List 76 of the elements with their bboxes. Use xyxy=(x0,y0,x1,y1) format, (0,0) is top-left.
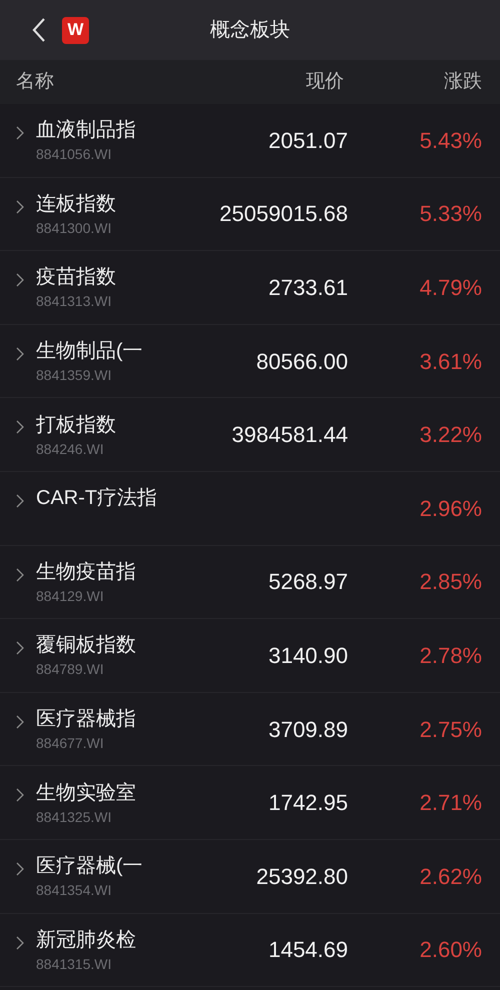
list-row[interactable]: 疫苗指数 8841313.WI 2733.61 4.79% xyxy=(0,251,500,325)
chevron-icon xyxy=(16,126,24,140)
list-row[interactable]: 覆铜板指数 884789.WI 3140.90 2.78% xyxy=(0,619,500,693)
chevron-icon xyxy=(16,641,24,656)
change-value: 2.71% xyxy=(420,789,482,818)
price-value: 25059015.68 xyxy=(220,200,348,228)
index-name: 生物制品(一 xyxy=(36,339,144,364)
change-value: 2.96% xyxy=(420,494,482,523)
price-value: 5268.97 xyxy=(268,568,348,596)
chevron-icon xyxy=(16,494,24,508)
index-code: 884677.WI xyxy=(36,734,105,754)
index-name: 新冠肺炎检 xyxy=(36,928,137,953)
index-name: 医疗器械指 xyxy=(36,707,137,732)
column-header[interactable]: 现价 xyxy=(166,68,344,96)
list-row[interactable]: 新冠肺炎检 8841315.WI 1454.69 2.60% xyxy=(0,914,500,988)
index-code: 8841315.WI xyxy=(36,954,112,974)
index-name: 覆铜板指数 xyxy=(36,633,137,658)
list-row[interactable]: 连板指数 8841300.WI 25059015.68 5.33% xyxy=(0,178,500,252)
index-name: 血液制品指 xyxy=(36,118,137,144)
chevron-icon xyxy=(16,200,24,214)
chevron-icon xyxy=(16,346,24,361)
chevron-icon xyxy=(16,273,24,288)
column-header[interactable]: 名称 xyxy=(16,68,166,96)
chevron-icon xyxy=(16,420,24,434)
index-name: CAR-T疗法指 xyxy=(36,486,158,512)
change-value: 3.22% xyxy=(420,421,482,450)
change-value: 5.43% xyxy=(420,126,482,155)
change-value: 2.62% xyxy=(420,862,482,891)
list-row[interactable]: 医疗器械(一 8841354.WI 25392.80 2.62% xyxy=(0,840,500,914)
price-value: 2051.07 xyxy=(268,126,348,155)
price-value: 1742.95 xyxy=(268,789,348,818)
change-value: 2.85% xyxy=(420,568,482,596)
app-logo: W xyxy=(62,16,89,44)
price-value: 25392.80 xyxy=(256,862,348,891)
index-code: 8841359.WI xyxy=(36,366,112,386)
price-value: 3140.90 xyxy=(268,642,348,670)
index-name: 打板指数 xyxy=(36,412,117,438)
index-code: 884129.WI xyxy=(36,586,105,606)
index-name: 连板指数 xyxy=(36,192,117,217)
change-value: 2.78% xyxy=(420,642,482,670)
change-value: 2.60% xyxy=(420,936,482,964)
index-code: 8841325.WI xyxy=(36,808,112,827)
index-code: 884246.WI xyxy=(36,440,105,459)
list-row[interactable]: CAR-T疗法指 2.96% xyxy=(0,472,500,546)
change-value: 2.75% xyxy=(420,716,482,744)
price-value: 80566.00 xyxy=(256,348,348,376)
list-row[interactable]: 血液制品指 8841056.WI 2051.07 5.43% xyxy=(0,104,500,178)
price-value: 1454.69 xyxy=(268,936,348,964)
list-row[interactable]: 生物制品(一 8841359.WI 80566.00 3.61% xyxy=(0,324,500,398)
price-value: 3984581.44 xyxy=(232,421,348,450)
index-name: 医疗器械(一 xyxy=(36,854,144,880)
change-value: 5.33% xyxy=(420,200,482,228)
chevron-icon xyxy=(16,568,24,582)
index-code: 884789.WI xyxy=(36,660,105,680)
list-row[interactable]: 打板指数 884246.WI 3984581.44 3.22% xyxy=(0,398,500,472)
change-value: 4.79% xyxy=(420,274,482,302)
list-row[interactable]: 生物疫苗指 884129.WI 5268.97 2.85% xyxy=(0,546,500,620)
chevron-icon xyxy=(16,714,24,729)
chevron-icon xyxy=(16,788,24,802)
index-code: 8841313.WI xyxy=(36,292,112,312)
index-code: 8841354.WI xyxy=(36,881,112,900)
list-row[interactable]: 医疗器械指 884677.WI 3709.89 2.75% xyxy=(0,692,500,766)
column-header[interactable]: 涨跌 xyxy=(344,68,484,96)
index-code: 8841300.WI xyxy=(36,218,112,238)
change-value: 3.61% xyxy=(420,348,482,376)
price-value: 2733.61 xyxy=(268,274,348,302)
index-code: 8841056.WI xyxy=(36,145,112,164)
index-name: 生物实验室 xyxy=(36,780,137,806)
index-name: 生物疫苗指 xyxy=(36,560,137,585)
index-name: 疫苗指数 xyxy=(36,265,117,290)
price-value: 3709.89 xyxy=(268,716,348,744)
page-title: 概念板块 xyxy=(210,18,290,43)
back-icon[interactable] xyxy=(32,17,46,43)
chevron-icon xyxy=(16,936,24,950)
chevron-icon xyxy=(16,862,24,876)
list-row[interactable]: 生物实验室 8841325.WI 1742.95 2.71% xyxy=(0,766,500,840)
